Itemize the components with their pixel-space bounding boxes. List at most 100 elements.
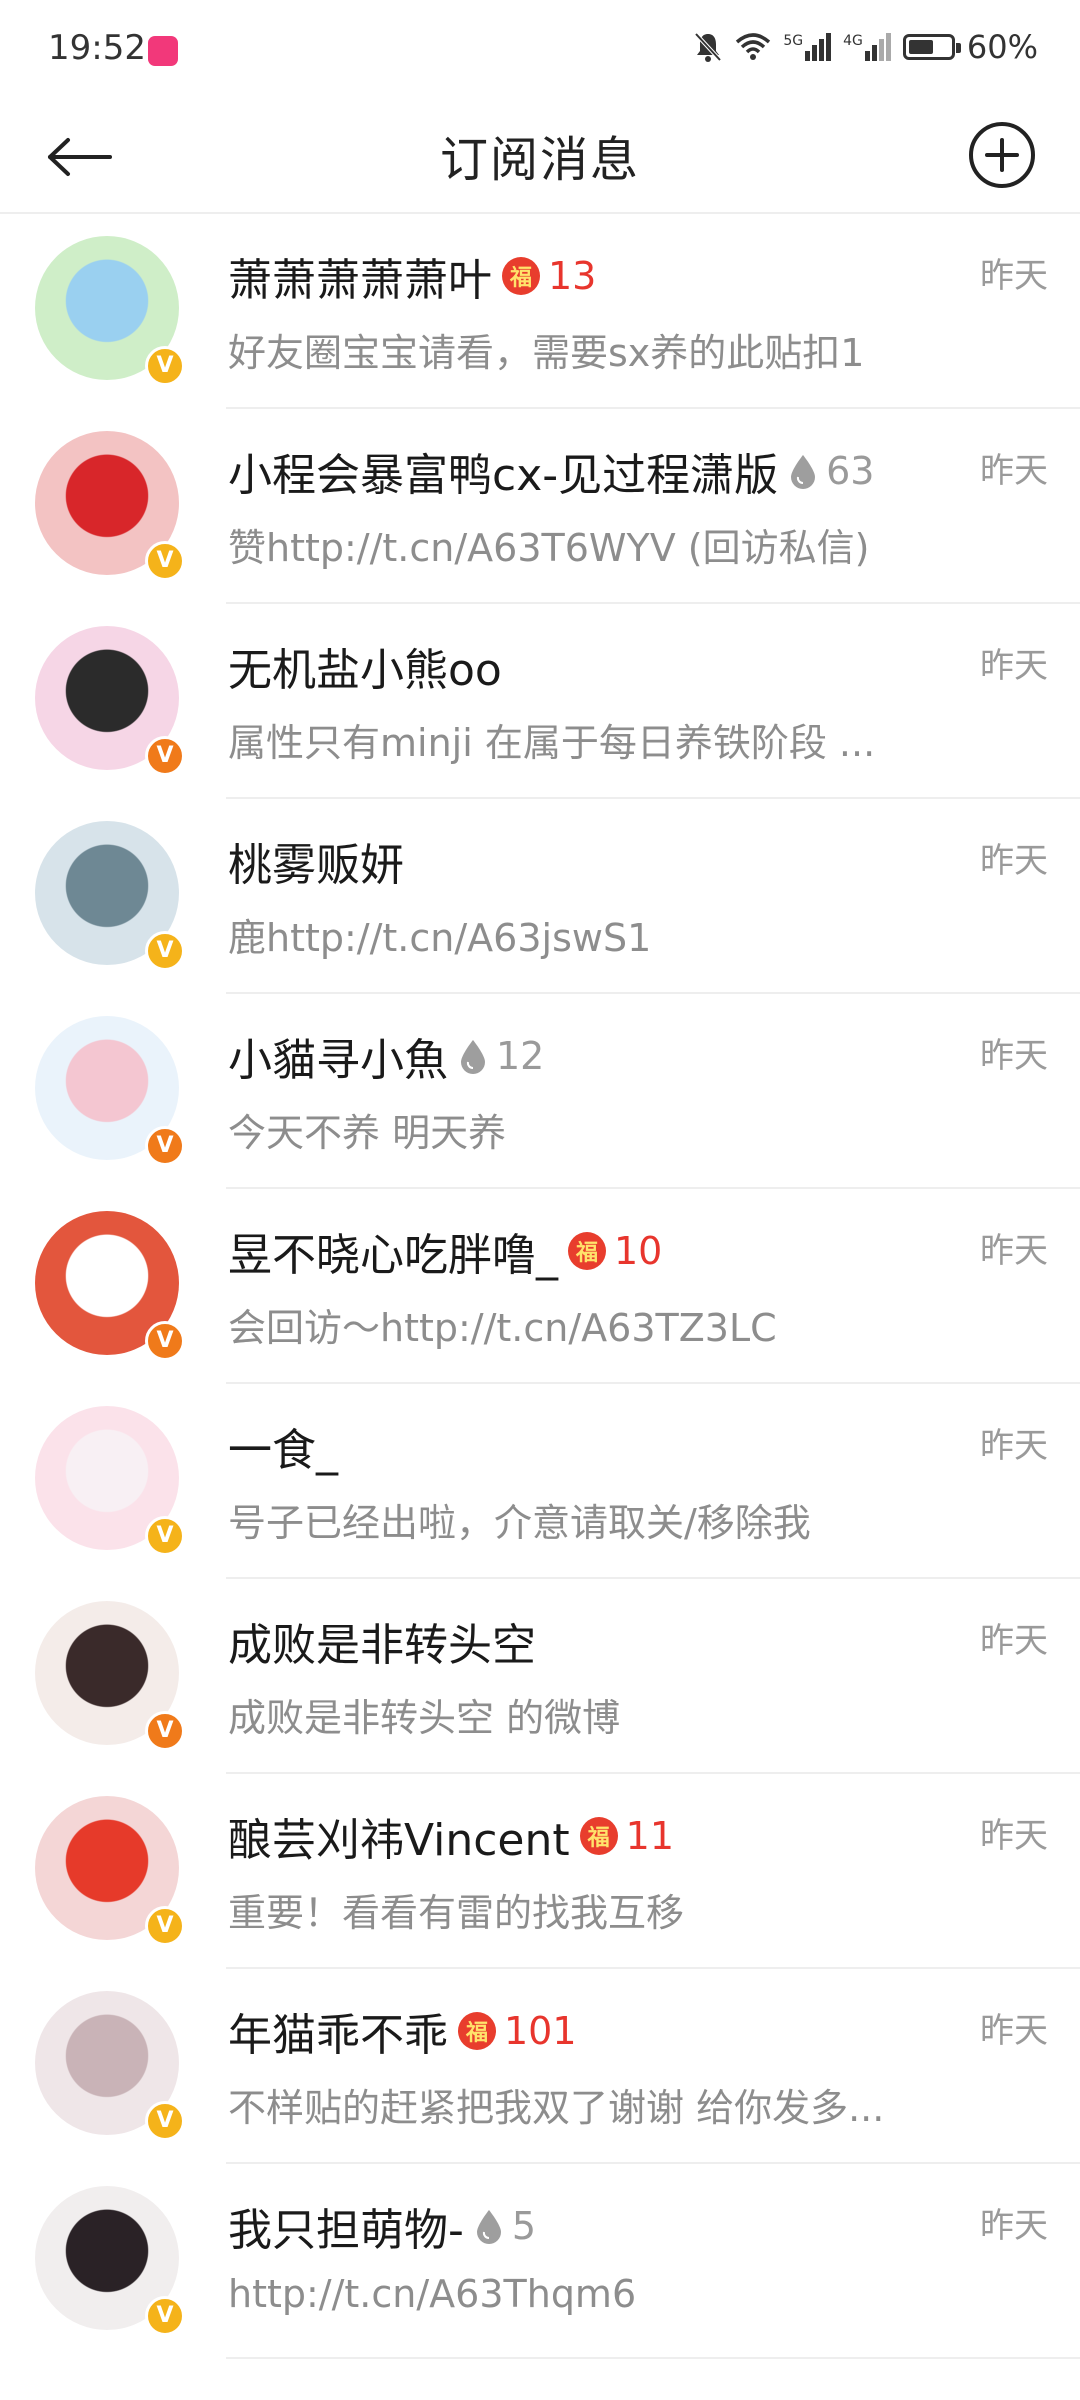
- network-4g-label: 4G: [843, 33, 863, 49]
- fortune-icon: 福: [579, 1817, 618, 1855]
- message-row[interactable]: V 我只担萌物- 5 http://t.cn/A63Thqm6 昨天: [0, 2164, 1080, 2359]
- message-preview: 不样贴的赶紧把我双了谢谢 给你发多...: [228, 2086, 885, 2130]
- name-line: 小貓寻小魚 12: [228, 1024, 544, 1088]
- plus-circle-icon: [969, 122, 1035, 188]
- message-preview: 鹿http://t.cn/A63jswS1: [228, 916, 652, 960]
- fortune-icon: 福: [458, 2012, 496, 2050]
- name-line: 小程会暴富鸭cx-见过程潇版 63: [228, 439, 874, 503]
- message-preview: 属性只有minji 在属于每日养铁阶段 ...: [228, 721, 876, 765]
- avatar[interactable]: V: [35, 2186, 185, 2336]
- fan-level-badge: 63: [788, 449, 874, 493]
- verified-badge-icon: V: [145, 1711, 185, 1751]
- message-time: 昨天: [980, 1621, 1048, 1661]
- battery-percent: 60%: [966, 28, 1038, 66]
- message-time: 昨天: [980, 2206, 1048, 2246]
- status-time: 19:52: [48, 28, 146, 68]
- fortune-icon: 福: [502, 257, 540, 295]
- message-time: 昨天: [980, 1036, 1048, 1076]
- name-line: 桃雾贩妍: [228, 829, 404, 893]
- fan-level-count: 12: [496, 1034, 545, 1078]
- message-list: V 萧萧萧萧萧叶 福 13 好友圈宝宝请看，需要sx养的此贴扣1 昨天 V 小程…: [0, 214, 1080, 2359]
- page-title: 订阅消息: [439, 132, 640, 188]
- drop-icon: [476, 2210, 501, 2244]
- message-row[interactable]: V 一食_ 号子已经出啦，介意请取关/移除我 昨天: [0, 1384, 1080, 1579]
- message-time: 昨天: [980, 451, 1048, 491]
- fortune-count: 13: [548, 254, 597, 298]
- name-line: 酿芸刈祎Vincent 福 11: [228, 1804, 674, 1868]
- fan-level-badge: 12: [458, 1034, 544, 1078]
- message-time: 昨天: [980, 1426, 1048, 1466]
- user-name: 小貓寻小魚: [228, 1035, 448, 1086]
- fan-level-count: 63: [826, 449, 875, 493]
- avatar[interactable]: V: [35, 1601, 185, 1751]
- avatar[interactable]: V: [35, 1016, 185, 1166]
- verified-badge-icon: V: [145, 1321, 185, 1361]
- message-time: 昨天: [980, 2011, 1048, 2051]
- user-name: 一食_: [228, 1425, 338, 1476]
- user-name: 酿芸刈祎Vincent: [228, 1815, 570, 1866]
- avatar[interactable]: V: [35, 821, 185, 971]
- verified-badge-icon: V: [145, 541, 185, 581]
- message-preview: 重要！看看有雷的找我互移: [228, 1891, 685, 1935]
- name-line: 年猫乖不乖 福 101: [228, 1999, 577, 2063]
- fortune-count: 11: [625, 1814, 675, 1858]
- fortune-badge: 福 13: [502, 254, 596, 298]
- verified-badge-icon: V: [145, 2296, 185, 2336]
- fan-level-badge: 5: [474, 2204, 536, 2248]
- avatar[interactable]: V: [35, 431, 185, 581]
- name-line: 萧萧萧萧萧叶 福 13: [228, 244, 596, 308]
- verified-badge-icon: V: [145, 1516, 185, 1556]
- add-button[interactable]: [962, 115, 1042, 195]
- message-row[interactable]: V 酿芸刈祎Vincent 福 11 重要！看看有雷的找我互移 昨天: [0, 1774, 1080, 1969]
- drop-icon: [461, 1040, 485, 1074]
- name-line: 无机盐小熊oo: [228, 634, 502, 698]
- app-notification-icon: [148, 36, 178, 66]
- fortune-badge: 福 101: [458, 2009, 577, 2053]
- avatar[interactable]: V: [35, 626, 185, 776]
- message-preview: 成败是非转头空 的微博: [228, 1696, 621, 1740]
- message-row[interactable]: V 小貓寻小魚 12 今天不养 明天养 昨天: [0, 994, 1080, 1189]
- message-preview: 会回访～http://t.cn/A63TZ3LC: [228, 1306, 777, 1350]
- avatar[interactable]: V: [35, 1796, 185, 1946]
- name-line: 成败是非转头空: [228, 1609, 536, 1673]
- avatar[interactable]: V: [35, 236, 185, 386]
- network-5g-label: 5G: [783, 33, 804, 49]
- fortune-icon: 福: [568, 1232, 606, 1270]
- message-time: 昨天: [980, 1231, 1048, 1271]
- user-name: 小程会暴富鸭cx-见过程潇版: [228, 450, 779, 501]
- message-row[interactable]: V 小程会暴富鸭cx-见过程潇版 63 赞http://t.cn/A63T6WY…: [0, 409, 1080, 604]
- wifi-icon: [736, 33, 771, 60]
- message-preview: 赞http://t.cn/A63T6WYV (回访私信): [228, 526, 870, 570]
- message-preview: http://t.cn/A63Thqm6: [228, 2272, 637, 2316]
- fortune-badge: 福 11: [579, 1814, 675, 1858]
- avatar[interactable]: V: [35, 1406, 185, 1556]
- message-row[interactable]: V 成败是非转头空 成败是非转头空 的微博 昨天: [0, 1579, 1080, 1774]
- message-time: 昨天: [980, 1816, 1048, 1856]
- name-line: 我只担萌物- 5: [228, 2194, 536, 2258]
- status-icons: 5G 4G 60%: [693, 28, 1038, 66]
- message-row[interactable]: V 昱不晓心吃胖噜_ 福 10 会回访～http://t.cn/A63TZ3LC…: [0, 1189, 1080, 1384]
- message-row[interactable]: V 无机盐小熊oo 属性只有minji 在属于每日养铁阶段 ... 昨天: [0, 604, 1080, 799]
- mute-bell-icon: [694, 32, 722, 62]
- message-row[interactable]: V 年猫乖不乖 福 101 不样贴的赶紧把我双了谢谢 给你发多... 昨天: [0, 1969, 1080, 2164]
- signal-5g-icon: 5G: [783, 33, 832, 61]
- signal-4g-icon: 4G: [843, 33, 891, 61]
- verified-badge-icon: V: [145, 2101, 185, 2141]
- avatar[interactable]: V: [35, 1211, 185, 1361]
- message-time: 昨天: [980, 646, 1048, 686]
- battery-icon: [902, 34, 961, 60]
- fortune-badge: 福 10: [568, 1229, 662, 1273]
- user-name: 桃雾贩妍: [228, 840, 404, 891]
- user-name: 年猫乖不乖: [228, 2010, 448, 2061]
- verified-badge-icon: V: [145, 1126, 185, 1166]
- top-nav-bar: 订阅消息: [0, 100, 1080, 214]
- user-name: 成败是非转头空: [228, 1620, 536, 1671]
- user-name: 无机盐小熊oo: [228, 645, 502, 696]
- message-time: 昨天: [980, 256, 1048, 296]
- message-row[interactable]: V 桃雾贩妍 鹿http://t.cn/A63jswS1 昨天: [0, 799, 1080, 994]
- message-row[interactable]: V 萧萧萧萧萧叶 福 13 好友圈宝宝请看，需要sx养的此贴扣1 昨天: [0, 214, 1080, 409]
- message-preview: 今天不养 明天养: [228, 1111, 507, 1155]
- verified-badge-icon: V: [145, 931, 185, 971]
- status-bar: 19:52 5G 4G 60%: [0, 0, 1080, 100]
- avatar[interactable]: V: [35, 1991, 185, 2141]
